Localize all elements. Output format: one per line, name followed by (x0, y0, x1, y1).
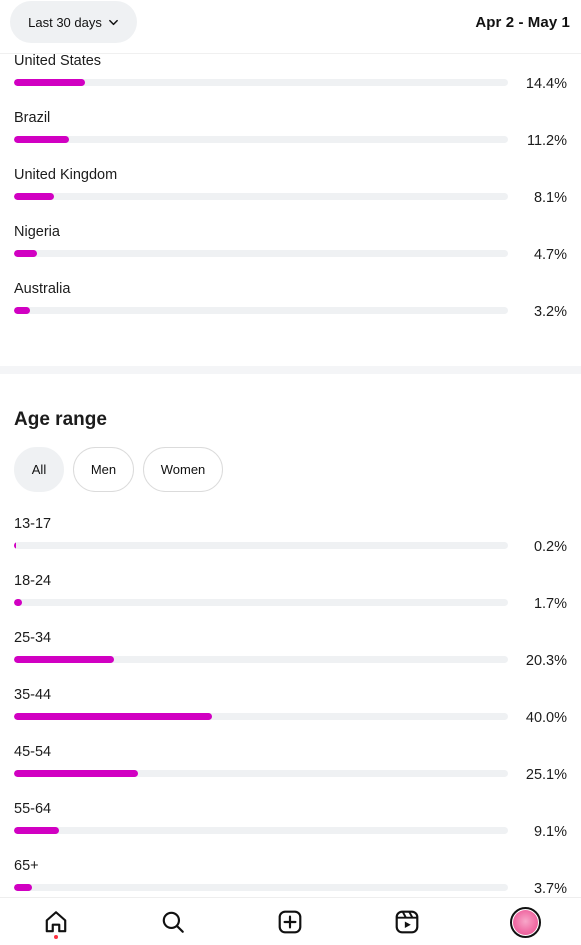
reels-icon (395, 910, 419, 934)
age-bar-track (14, 827, 508, 834)
bottom-nav-bar (0, 897, 581, 945)
location-row: Brazil 11.2% (14, 110, 567, 167)
location-label: United States (14, 53, 102, 69)
location-row: Australia 3.2% (14, 281, 567, 338)
location-bar-track (14, 136, 508, 143)
location-bar-fill (14, 193, 55, 200)
age-bar-fill (14, 827, 60, 834)
location-row: United States 14.4% (14, 53, 567, 110)
location-bar-fill (14, 307, 30, 314)
age-label: 25-34 (14, 630, 52, 646)
chevron-down-icon (108, 19, 118, 25)
location-label: Australia (14, 281, 71, 297)
nav-profile-avatar[interactable] (510, 907, 541, 938)
age-bar-track (14, 884, 508, 891)
age-percent: 20.3% (525, 653, 567, 669)
top-bar: Last 30 days Apr 2 - May 1 (0, 0, 581, 54)
age-label: 18-24 (14, 573, 52, 589)
age-bar-fill (14, 656, 115, 663)
nav-reels[interactable] (393, 908, 421, 936)
age-bar-track (14, 770, 508, 777)
search-icon (162, 911, 184, 933)
age-bar-track (14, 713, 508, 720)
age-row: 25-34 20.3% (14, 630, 567, 687)
create-icon (278, 910, 302, 934)
location-percent: 8.1% (533, 190, 567, 206)
location-percent: 3.2% (533, 304, 567, 320)
age-bar-fill (14, 884, 33, 891)
age-row: 35-44 40.0% (14, 687, 567, 744)
filter-chip-men[interactable]: Men (73, 447, 134, 492)
location-bar-fill (14, 250, 38, 257)
home-icon (45, 911, 67, 933)
location-percent: 11.2% (526, 133, 567, 149)
date-range-text: Apr 2 - May 1 (475, 14, 570, 31)
section-divider (0, 366, 581, 374)
age-label: 13-17 (14, 516, 52, 532)
location-percent: 14.4% (525, 76, 567, 92)
age-bar-track (14, 599, 508, 606)
age-label: 35-44 (14, 687, 52, 703)
filter-chip-all[interactable]: All (14, 447, 64, 492)
location-label: Brazil (14, 110, 51, 126)
age-percent: 25.1% (525, 767, 567, 783)
date-range-dropdown[interactable]: Last 30 days (10, 1, 137, 43)
age-bar-track (14, 542, 508, 549)
avatar-image (513, 910, 538, 935)
age-label: 45-54 (14, 744, 52, 760)
location-bar-fill (14, 136, 70, 143)
nav-create[interactable] (276, 908, 304, 936)
age-percent: 40.0% (525, 710, 567, 726)
location-bar-fill (14, 79, 86, 86)
nav-home[interactable] (42, 908, 70, 936)
age-percent: 1.7% (533, 596, 567, 612)
age-range-title: Age range (14, 409, 107, 430)
location-row: United Kingdom 8.1% (14, 167, 567, 224)
location-percent: 4.7% (533, 247, 567, 263)
age-bar-fill (14, 599, 23, 606)
location-row: Nigeria 4.7% (14, 224, 567, 281)
location-bar-track (14, 307, 508, 314)
age-label: 55-64 (14, 801, 52, 817)
location-bar-track (14, 193, 508, 200)
age-bar-fill (14, 713, 212, 720)
nav-search[interactable] (159, 908, 187, 936)
location-bar-track (14, 79, 508, 86)
age-label: 65+ (14, 858, 39, 874)
age-row: 45-54 25.1% (14, 744, 567, 801)
age-bar-fill (14, 542, 16, 549)
age-row: 18-24 1.7% (14, 573, 567, 630)
age-bar-track (14, 656, 508, 663)
location-label: Nigeria (14, 224, 60, 240)
notification-dot (54, 935, 58, 939)
age-percent: 0.2% (533, 539, 567, 555)
age-bar-fill (14, 770, 139, 777)
location-bar-track (14, 250, 508, 257)
gender-filter-chips: All Men Women (14, 447, 223, 492)
age-row: 55-64 9.1% (14, 801, 567, 858)
filter-chip-women[interactable]: Women (143, 447, 223, 492)
age-percent: 3.7% (533, 881, 567, 897)
location-label: United Kingdom (14, 167, 118, 183)
age-percent: 9.1% (533, 824, 567, 840)
date-range-dropdown-label: Last 30 days (28, 14, 102, 30)
age-row: 13-17 0.2% (14, 516, 567, 573)
